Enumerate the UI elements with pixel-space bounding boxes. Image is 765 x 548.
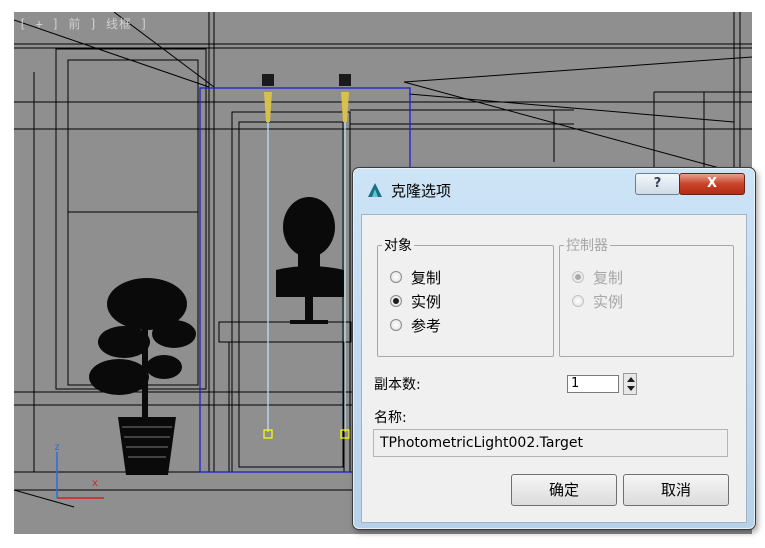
object-copy-radio[interactable] bbox=[390, 271, 402, 283]
controller-instance-radio bbox=[572, 295, 584, 307]
viewport-label[interactable]: [ + ] 前 ] 线框 ] bbox=[19, 15, 148, 32]
axis-z-label: z bbox=[54, 442, 61, 453]
clone-options-dialog: 克隆选项 ? X 对象 复制 实例 参考 控制器 复制 实例 副本数: 1 名称… bbox=[352, 167, 756, 530]
object-group: 对象 复制 实例 参考 bbox=[377, 235, 554, 357]
dialog-titlebar[interactable]: 克隆选项 ? X bbox=[353, 168, 755, 208]
controller-copy-label: 复制 bbox=[593, 268, 624, 287]
name-label: 名称: bbox=[374, 410, 407, 426]
controller-copy-radio bbox=[572, 271, 584, 283]
spinner-up-icon[interactable] bbox=[627, 377, 635, 382]
spinner-down-icon[interactable] bbox=[627, 386, 635, 391]
close-button[interactable]: X bbox=[679, 173, 745, 195]
object-instance-option[interactable]: 实例 bbox=[390, 291, 441, 311]
controller-copy-option: 复制 bbox=[572, 267, 623, 287]
help-icon: ? bbox=[653, 176, 662, 191]
close-icon: X bbox=[706, 176, 718, 191]
dialog-title: 克隆选项 bbox=[391, 182, 452, 200]
object-instance-radio[interactable] bbox=[390, 295, 402, 307]
ok-button[interactable]: 确定 bbox=[511, 474, 617, 506]
cancel-button[interactable]: 取消 bbox=[623, 474, 729, 506]
object-reference-option[interactable]: 参考 bbox=[390, 315, 441, 335]
controller-instance-option: 实例 bbox=[572, 291, 623, 311]
dialog-client-area: 对象 复制 实例 参考 控制器 复制 实例 副本数: 1 名称: TPhotom… bbox=[361, 214, 747, 523]
controller-instance-label: 实例 bbox=[593, 292, 624, 311]
copies-input[interactable]: 1 bbox=[567, 375, 619, 393]
object-group-legend: 对象 bbox=[384, 238, 412, 254]
help-button[interactable]: ? bbox=[635, 173, 680, 195]
copies-spinner[interactable] bbox=[623, 373, 637, 395]
3dsmax-app-icon bbox=[368, 183, 382, 197]
controller-group: 控制器 复制 实例 bbox=[559, 235, 734, 357]
object-reference-label: 参考 bbox=[411, 316, 442, 335]
controller-group-legend: 控制器 bbox=[566, 238, 608, 254]
axis-x-label: x bbox=[92, 478, 99, 489]
name-input[interactable]: TPhotometricLight002.Target bbox=[373, 429, 728, 457]
object-copy-option[interactable]: 复制 bbox=[390, 267, 441, 287]
object-instance-label: 实例 bbox=[411, 292, 442, 311]
object-reference-radio[interactable] bbox=[390, 319, 402, 331]
object-copy-label: 复制 bbox=[411, 268, 442, 287]
copies-label: 副本数: bbox=[374, 377, 421, 393]
